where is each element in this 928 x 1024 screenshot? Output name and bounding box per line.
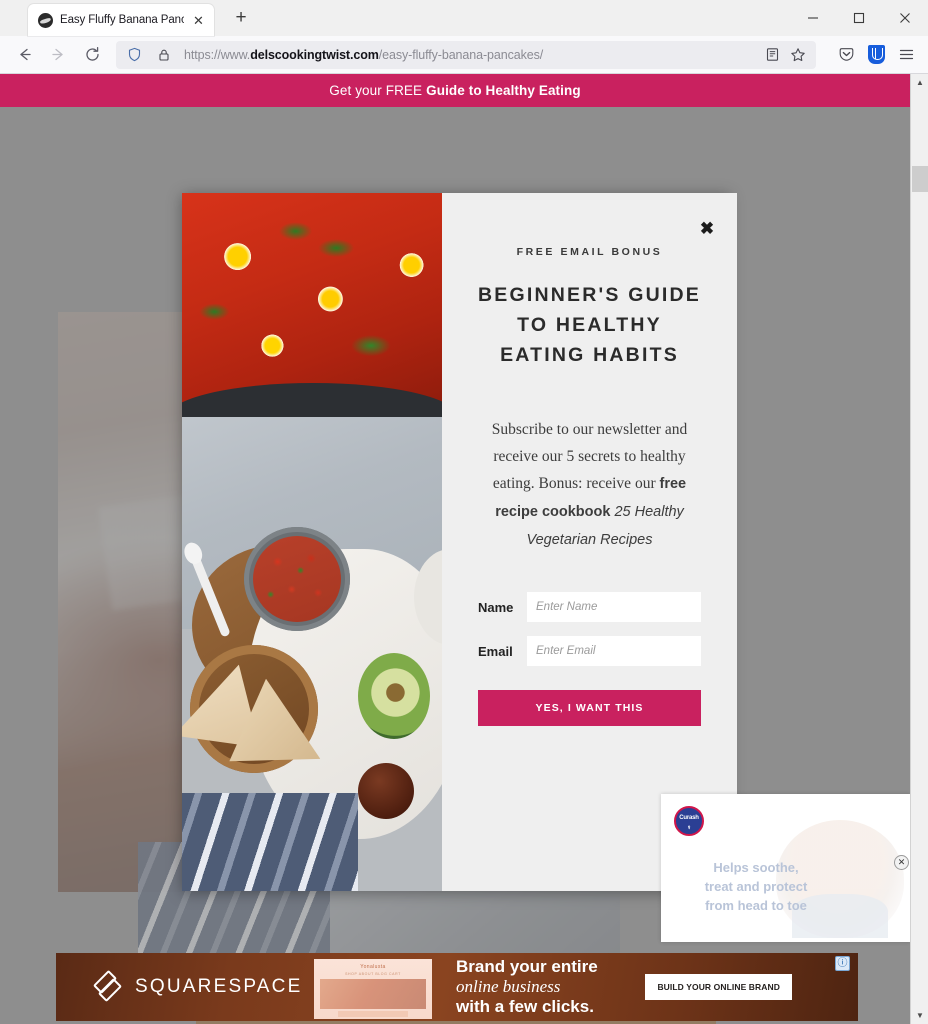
modal-description: Subscribe to our newsletter and receive … xyxy=(478,416,701,554)
photo-avocado-half xyxy=(358,653,430,739)
toolbar-extensions xyxy=(824,41,920,69)
email-input[interactable] xyxy=(527,636,701,666)
squarespace-headline-line3: with a few clicks. xyxy=(456,997,594,1016)
maximize-button[interactable] xyxy=(836,0,882,36)
modal-eyebrow: FREE EMAIL BONUS xyxy=(516,246,663,258)
preview-site-button xyxy=(338,1011,408,1017)
name-input[interactable] xyxy=(527,592,701,622)
page-viewport: Get your FREE Guide to Healthy Eating ✖ … xyxy=(0,74,928,1024)
site-promo-banner[interactable]: Get your FREE Guide to Healthy Eating xyxy=(0,74,910,107)
url-path: /easy-fluffy-banana-pancakes/ xyxy=(378,47,544,62)
curash-tagline: Helps soothe, treat and protect from hea… xyxy=(704,860,808,913)
preview-site-title: Yonalusta xyxy=(360,964,386,970)
url-scheme: https://www. xyxy=(184,47,251,62)
curash-brand-line1: Curash xyxy=(679,815,699,821)
squarespace-brand-name: SQUARESPACE xyxy=(135,976,303,997)
preview-site-menu: SHOP ABOUT BLOG CART xyxy=(345,972,401,976)
name-label: Name xyxy=(478,599,514,615)
shield-icon[interactable] xyxy=(122,43,146,67)
browser-tab[interactable]: Easy Fluffy Banana Pancakes - D ✕ xyxy=(28,4,214,36)
name-field-row: Name xyxy=(478,592,701,622)
bookmark-star-icon[interactable] xyxy=(786,43,810,67)
photo-tomato xyxy=(358,763,414,819)
pocket-icon[interactable] xyxy=(832,41,860,69)
photo-salsa-bowl xyxy=(244,527,350,631)
squarespace-headline: Brand your entire online business with a… xyxy=(456,957,598,1017)
scrollbar-thumb[interactable] xyxy=(912,166,928,192)
navigation-toolbar: https://www.delscookingtwist.com/easy-fl… xyxy=(0,36,928,74)
forward-icon[interactable] xyxy=(42,40,74,70)
reload-icon[interactable] xyxy=(76,40,108,70)
adchoices-icon[interactable]: ⓘ xyxy=(835,956,850,971)
email-field-row: Email xyxy=(478,636,701,666)
promo-banner-bold-text: Guide to Healthy Eating xyxy=(426,83,581,98)
tab-title-text: Easy Fluffy Banana Pancakes xyxy=(60,14,184,26)
bitwarden-icon[interactable] xyxy=(862,41,890,69)
submit-button[interactable]: YES, I WANT THIS xyxy=(478,690,701,726)
minimize-button[interactable] xyxy=(790,0,836,36)
modal-headline: BEGINNER'S GUIDE TO HEALTHY EATING HABIT… xyxy=(478,284,701,366)
squarespace-logo: SQUARESPACE xyxy=(92,969,303,1003)
description-part1: Subscribe to our newsletter and receive … xyxy=(491,421,688,492)
email-label: Email xyxy=(478,643,513,659)
url-domain: delscookingtwist.com xyxy=(250,47,379,62)
preview-site-photo xyxy=(320,979,426,1009)
modal-content: ✖ FREE EMAIL BONUS BEGINNER'S GUIDE TO H… xyxy=(442,193,737,891)
signup-form: Name Email YES, I WANT THIS xyxy=(478,592,701,726)
photo-shakshuka-pan xyxy=(182,193,442,417)
squarespace-ad-banner[interactable]: SQUARESPACE Yonalusta SHOP ABOUT BLOG CA… xyxy=(56,953,858,1021)
window-controls xyxy=(790,0,928,36)
squarespace-cta-button[interactable]: BUILD YOUR ONLINE BRAND xyxy=(645,974,792,1000)
page-scrollbar[interactable]: ▲ ▼ xyxy=(910,74,928,1024)
address-bar[interactable]: https://www.delscookingtwist.com/easy-fl… xyxy=(116,40,816,69)
reader-view-icon[interactable] xyxy=(760,43,784,67)
curash-ad[interactable]: Curash ⚕ Helps soothe, treat and protect… xyxy=(661,794,910,942)
hamburger-menu-icon[interactable] xyxy=(892,41,920,69)
newsletter-signup-modal: ✖ FREE EMAIL BONUS BEGINNER'S GUIDE TO H… xyxy=(182,193,737,891)
scroll-up-arrow-icon[interactable]: ▲ xyxy=(911,74,928,91)
promo-banner-text: Get your FREE xyxy=(329,83,423,98)
squarespace-site-preview: Yonalusta SHOP ABOUT BLOG CART xyxy=(314,959,432,1019)
lock-icon[interactable] xyxy=(152,43,176,67)
squarespace-mark-icon xyxy=(92,969,124,1003)
scroll-down-arrow-icon[interactable]: ▼ xyxy=(911,1007,928,1024)
tab-strip: Easy Fluffy Banana Pancakes - D ✕ + xyxy=(0,0,928,36)
photo-striped-towel xyxy=(182,793,358,891)
address-bar-actions xyxy=(760,43,810,67)
favicon-icon xyxy=(38,12,53,28)
curash-brand-line2: ⚕ xyxy=(687,825,691,831)
new-tab-button[interactable]: + xyxy=(228,6,254,32)
tab-title: Easy Fluffy Banana Pancakes - D xyxy=(60,14,184,26)
modal-food-photo xyxy=(182,193,442,891)
modal-close-icon[interactable]: ✖ xyxy=(695,217,719,241)
curash-logo-icon: Curash ⚕ xyxy=(674,806,704,836)
close-window-button[interactable] xyxy=(882,0,928,36)
url-text[interactable]: https://www.delscookingtwist.com/easy-fl… xyxy=(182,48,754,62)
tab-close-icon[interactable]: ✕ xyxy=(191,13,206,28)
back-icon[interactable] xyxy=(8,40,40,70)
squarespace-headline-line2: online business xyxy=(456,977,561,996)
curash-ad-close-icon[interactable]: ✕ xyxy=(894,855,909,870)
browser-window: Easy Fluffy Banana Pancakes - D ✕ + xyxy=(0,0,928,1024)
squarespace-headline-line1: Brand your entire xyxy=(456,957,598,976)
